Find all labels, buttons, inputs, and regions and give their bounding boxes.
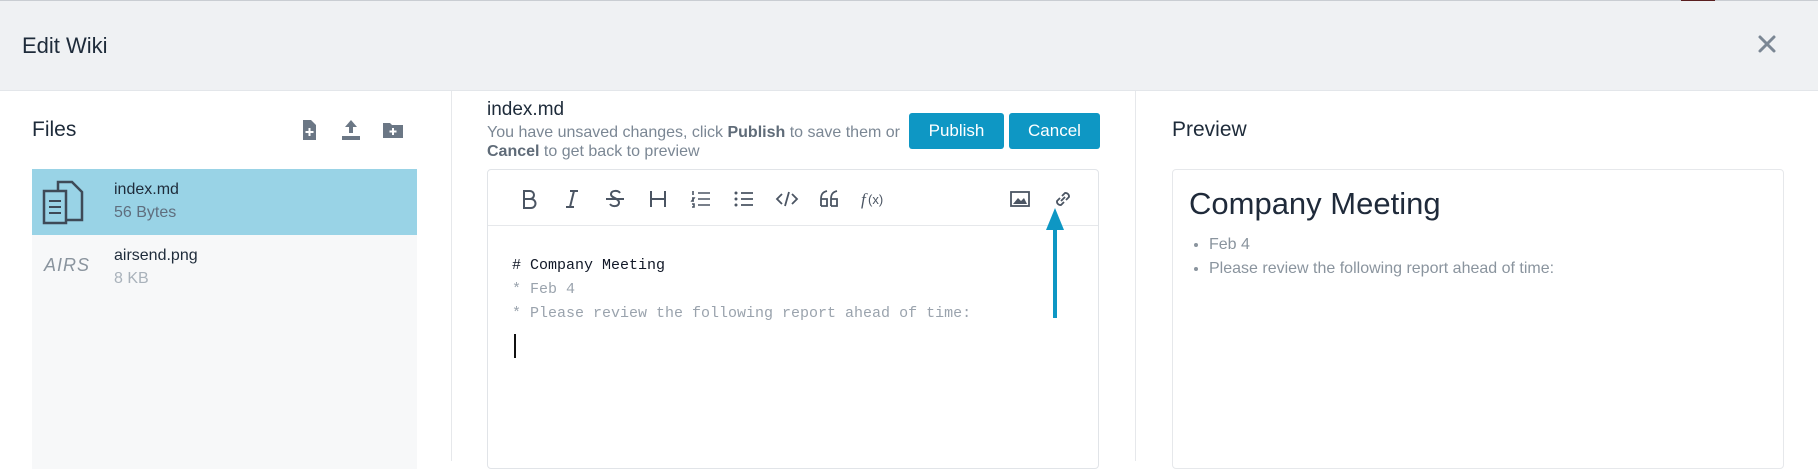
dialog-header: Edit Wiki <box>0 1 1818 91</box>
document-icon <box>42 180 84 225</box>
preview-panel: Preview Company Meeting Feb 4 Please rev… <box>1137 91 1818 469</box>
preview-list: Feb 4 Please review the following report… <box>1209 233 1554 281</box>
svg-text:f: f <box>861 190 868 209</box>
code-icon[interactable] <box>774 186 800 212</box>
new-folder-icon[interactable] <box>380 117 406 143</box>
ordered-list-icon[interactable] <box>688 186 714 212</box>
heading-icon[interactable] <box>645 186 671 212</box>
files-panel: Files index.md 56 Bytes AIRS airsend.png… <box>0 91 452 469</box>
file-item-airsend-png[interactable]: AIRS airsend.png 8 KB <box>32 235 417 301</box>
file-name: index.md <box>114 181 179 198</box>
code-line: * Feb 4 <box>512 281 576 298</box>
svg-text:(x): (x) <box>868 192 883 207</box>
editor-toolbar: f (x) <box>488 170 1098 226</box>
new-file-icon[interactable] <box>296 117 322 143</box>
file-name: airsend.png <box>114 247 198 264</box>
note-text: to save them or <box>785 124 900 141</box>
file-list: index.md 56 Bytes AIRS airsend.png 8 KB <box>32 169 417 469</box>
markdown-editor[interactable]: f (x) # Company Meeting * Feb 4 * Please … <box>487 169 1099 469</box>
file-size: 8 KB <box>114 270 149 287</box>
bold-icon[interactable] <box>516 186 542 212</box>
arrow-annotation-icon <box>1046 208 1064 318</box>
dialog-title: Edit Wiki <box>22 33 108 58</box>
note-cancel: Cancel <box>487 143 540 160</box>
strikethrough-icon[interactable] <box>602 186 628 212</box>
text-cursor <box>514 334 516 358</box>
close-icon[interactable] <box>1754 31 1780 57</box>
list-item: Feb 4 <box>1209 233 1554 257</box>
image-icon[interactable] <box>1007 186 1033 212</box>
note-text: You have unsaved changes, click <box>487 124 728 141</box>
image-thumbnail: AIRS <box>44 255 91 275</box>
files-title: Files <box>32 118 77 141</box>
italic-icon[interactable] <box>559 186 585 212</box>
editor-filename: index.md <box>487 99 565 120</box>
unsaved-note: You have unsaved changes, click Publish … <box>487 123 907 161</box>
note-text: to get back to preview <box>539 143 700 160</box>
publish-button[interactable]: Publish <box>909 113 1004 149</box>
preview-title: Preview <box>1172 118 1247 141</box>
formula-icon[interactable]: f (x) <box>860 186 886 212</box>
quote-icon[interactable] <box>817 186 843 212</box>
list-item: Please review the following report ahead… <box>1209 257 1554 281</box>
file-item-index-md[interactable]: index.md 56 Bytes <box>32 169 417 235</box>
code-line: * Please review the following report ahe… <box>512 305 972 322</box>
note-publish: Publish <box>727 124 786 141</box>
file-size: 56 Bytes <box>114 204 177 221</box>
editor-panel: index.md You have unsaved changes, click… <box>452 91 1136 469</box>
bullet-list-icon[interactable] <box>731 186 757 212</box>
code-line: # Company Meeting <box>512 257 666 274</box>
upload-icon[interactable] <box>338 117 364 143</box>
markdown-source: # Company Meeting * Feb 4 * Please revie… <box>512 254 971 326</box>
cancel-button[interactable]: Cancel <box>1009 113 1100 149</box>
preview-heading: Company Meeting <box>1189 186 1441 221</box>
preview-content: Company Meeting Feb 4 Please review the … <box>1172 169 1784 469</box>
